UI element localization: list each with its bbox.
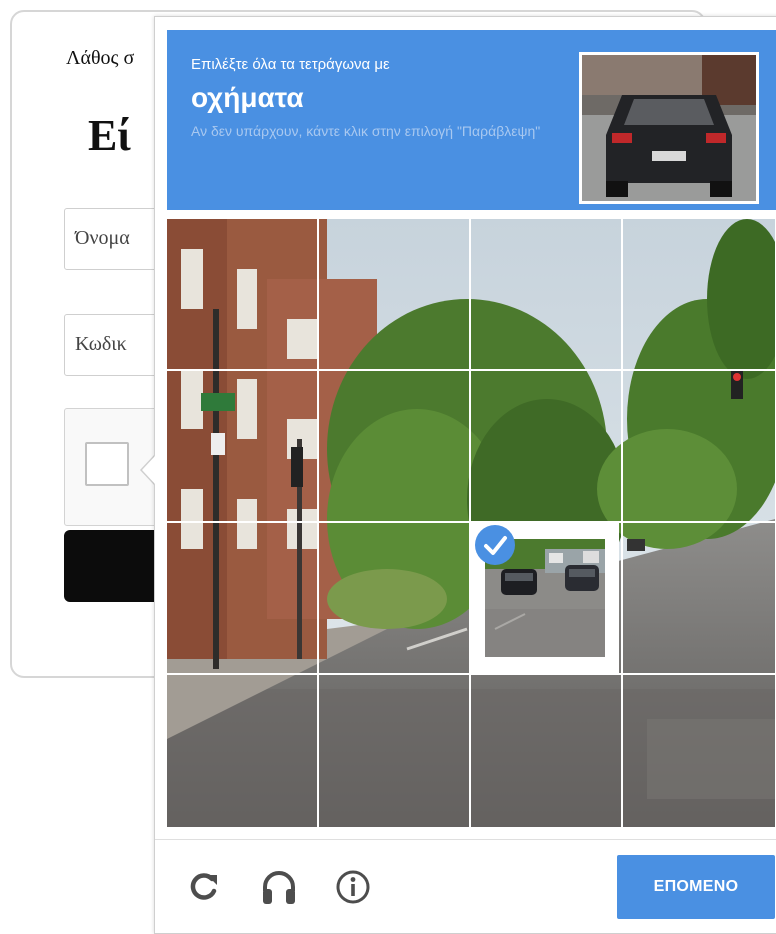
grid-tile-r2c2[interactable] — [319, 371, 469, 521]
challenge-header: Επιλέξτε όλα τα τετράγωνα με οχήματα Αν … — [167, 30, 776, 210]
footer-divider — [155, 839, 776, 840]
grid-tile-r1c3[interactable] — [471, 219, 621, 369]
grid-tile-r4c2[interactable] — [319, 675, 469, 825]
username-placeholder: Όνομα — [75, 227, 130, 249]
grid-tile-r1c4[interactable] — [623, 219, 773, 369]
grid-tile-r4c4[interactable] — [623, 675, 773, 825]
challenge-image-grid — [167, 219, 775, 827]
login-title: Εί — [88, 111, 131, 160]
recaptcha-challenge-popup: Επιλέξτε όλα τα τετράγωνα με οχήματα Αν … — [154, 16, 776, 934]
error-message: Λάθος σ — [66, 47, 135, 69]
grid-tile-r2c1[interactable] — [167, 371, 317, 521]
next-button[interactable]: ΕΠΟΜΕΝΟ — [617, 855, 775, 919]
grid-tile-r1c2[interactable] — [319, 219, 469, 369]
check-icon — [475, 525, 515, 565]
grid-tile-r2c3[interactable] — [471, 371, 621, 521]
grid-tile-r4c3[interactable] — [471, 675, 621, 825]
popup-pointer-inner — [142, 456, 155, 484]
challenge-instruction: Επιλέξτε όλα τα τετράγωνα με — [191, 56, 390, 73]
challenge-target: οχήματα — [191, 82, 304, 113]
grid-tile-r1c1[interactable] — [167, 219, 317, 369]
grid-tile-r3c1[interactable] — [167, 523, 317, 673]
grid-tile-r3c2[interactable] — [319, 523, 469, 673]
grid-tile-r2c4[interactable] — [623, 371, 773, 521]
recaptcha-checkbox[interactable] — [85, 442, 129, 486]
grid-tile-r3c4[interactable] — [623, 523, 773, 673]
challenge-hint: Αν δεν υπάρχουν, κάντε κλικ στην επιλογή… — [191, 123, 541, 139]
sample-vehicle-image — [579, 52, 759, 204]
password-placeholder: Κωδικ — [75, 333, 127, 355]
info-icon[interactable] — [333, 867, 373, 907]
reload-icon[interactable] — [183, 867, 223, 907]
audio-icon[interactable] — [259, 867, 299, 907]
grid-tile-r4c1[interactable] — [167, 675, 317, 825]
